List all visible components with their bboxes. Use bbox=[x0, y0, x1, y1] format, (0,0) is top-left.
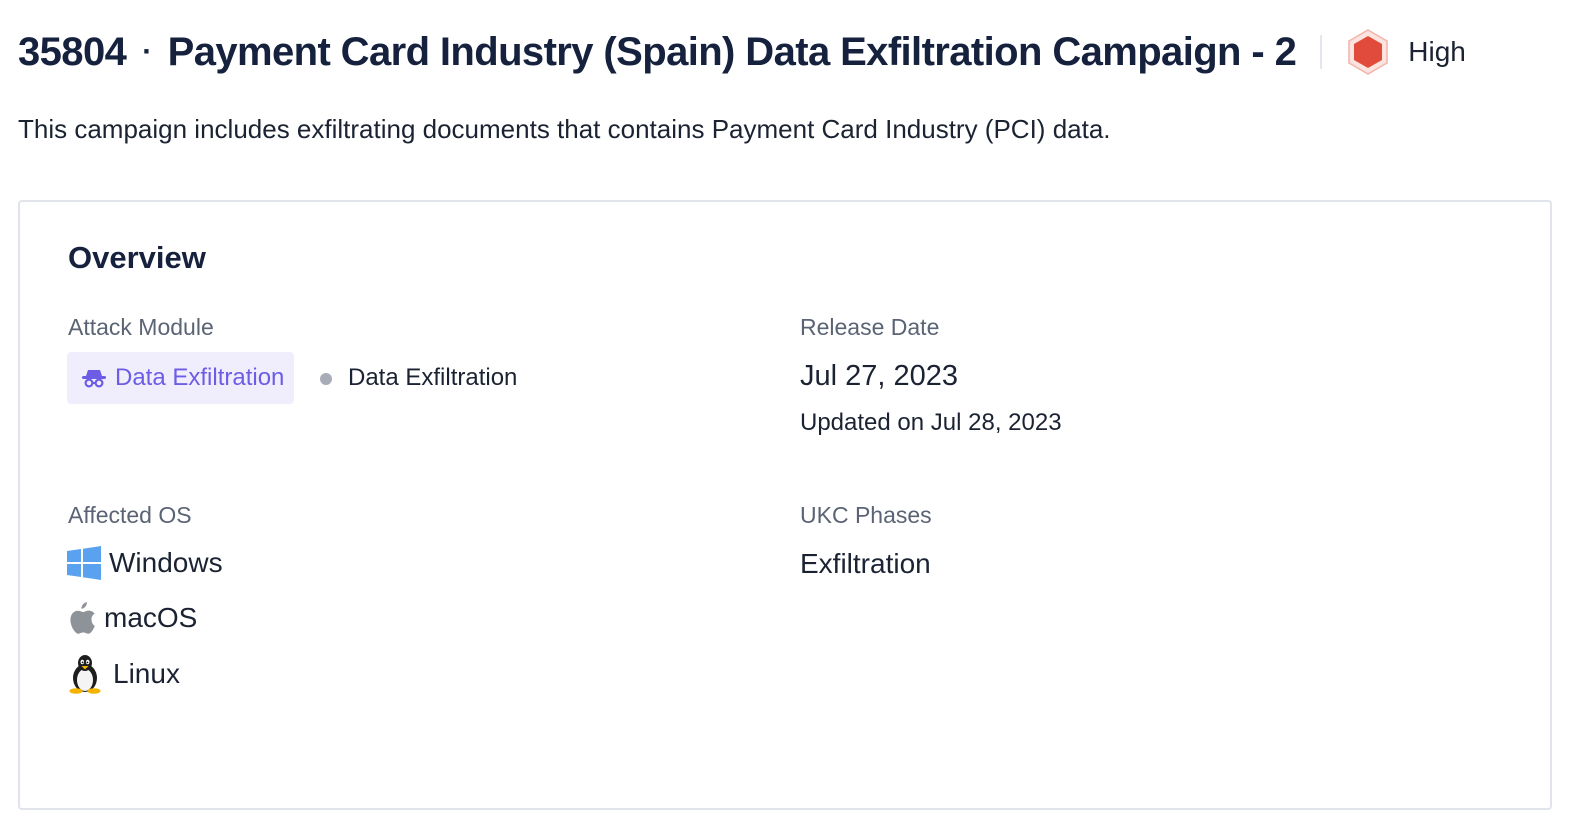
title-separator: · bbox=[142, 35, 152, 68]
release-date-label: Release Date bbox=[800, 314, 940, 340]
attack-module-tag-label: Data Exfiltration bbox=[115, 364, 285, 391]
updated-date: Updated on Jul 28, 2023 bbox=[800, 409, 1062, 436]
attack-module-sub: Data Exfiltration bbox=[348, 364, 518, 391]
windows-icon bbox=[67, 546, 101, 580]
page-header: 35804 · Payment Card Industry (Spain) Da… bbox=[18, 24, 1554, 80]
hexagon-severity-icon bbox=[1348, 29, 1389, 75]
os-item-macos: macOS bbox=[67, 601, 197, 635]
dot-separator bbox=[320, 373, 332, 385]
campaign-id: 35804 bbox=[18, 29, 127, 74]
attack-module-label: Attack Module bbox=[68, 314, 214, 340]
os-label: Windows bbox=[109, 547, 223, 578]
header-divider bbox=[1320, 35, 1323, 69]
spy-icon bbox=[82, 370, 106, 388]
overview-title: Overview bbox=[68, 240, 206, 275]
affected-os-label: Affected OS bbox=[68, 502, 192, 528]
apple-icon bbox=[70, 602, 95, 634]
campaign-page: 35804 · Payment Card Industry (Spain) Da… bbox=[0, 0, 1594, 840]
overview-card: Overview Attack Module Data Exfiltration… bbox=[18, 200, 1552, 810]
campaign-description: This campaign includes exfiltrating docu… bbox=[18, 114, 1111, 144]
linux-penguin-icon bbox=[69, 655, 101, 694]
severity-label: High bbox=[1408, 36, 1466, 67]
os-label: Linux bbox=[113, 658, 180, 689]
os-item-linux: Linux bbox=[67, 654, 180, 694]
os-label: macOS bbox=[104, 602, 198, 633]
os-item-windows: Windows bbox=[67, 546, 223, 580]
release-date-value: Jul 27, 2023 bbox=[800, 360, 959, 392]
ukc-phases-label: UKC Phases bbox=[800, 502, 932, 528]
attack-module-tag[interactable]: Data Exfiltration bbox=[67, 352, 295, 404]
page-title: Payment Card Industry (Spain) Data Exfil… bbox=[167, 29, 1297, 74]
ukc-phase-item: Exfiltration bbox=[800, 548, 931, 579]
